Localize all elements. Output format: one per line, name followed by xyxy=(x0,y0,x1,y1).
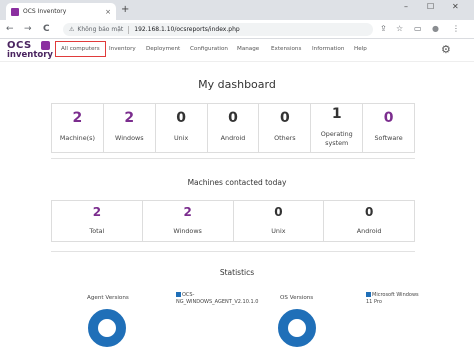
forward-icon[interactable]: → xyxy=(24,23,32,35)
legend-swatch xyxy=(176,292,181,297)
contacted-value: 0 xyxy=(274,205,283,219)
contacted-label: Unix xyxy=(271,227,286,235)
nav-manage[interactable]: Manage xyxy=(237,46,259,52)
window-close-icon[interactable]: ✕ xyxy=(452,2,459,11)
stat-label: Android xyxy=(220,134,246,142)
contacted-today-stats: 2 Total 2 Windows 0 Unix 0 Android xyxy=(51,200,415,242)
stat-value: 0 xyxy=(176,110,187,126)
security-status[interactable]: Không bảo mật xyxy=(77,26,123,33)
stat-value: 0 xyxy=(383,110,394,126)
stat-label: Operating system xyxy=(320,130,353,147)
tab-title: OCS Inventory xyxy=(23,8,67,15)
maximize-icon[interactable]: ☐ xyxy=(427,2,434,11)
contacted-windows[interactable]: 2 Windows xyxy=(143,201,234,241)
warning-icon[interactable]: ⚠ xyxy=(69,26,74,33)
app-navbar: OCS inventory All computers Inventory De… xyxy=(0,39,474,62)
bookmark-star-icon[interactable]: ☆ xyxy=(396,24,403,34)
stat-machines[interactable]: 2 Machine(s) xyxy=(52,104,104,152)
divider xyxy=(51,158,415,159)
share-icon[interactable]: ⇪ xyxy=(380,24,387,34)
stat-value: 0 xyxy=(228,110,238,126)
profile-avatar-icon[interactable]: ● xyxy=(432,24,439,34)
stat-android[interactable]: 0 Android xyxy=(208,104,260,152)
stat-operating-system[interactable]: 1 Operating system xyxy=(311,104,364,152)
legend-swatch xyxy=(366,292,371,297)
stat-label: Software xyxy=(374,134,403,142)
ocs-logo[interactable]: OCS inventory xyxy=(7,40,53,61)
stat-windows[interactable]: 2 Windows xyxy=(104,104,156,152)
stat-unix[interactable]: 0 Unix xyxy=(156,104,208,152)
stat-value: 2 xyxy=(72,110,83,126)
legend-label: Microsoft Windows 11 Pro xyxy=(366,292,419,305)
logo-badge-icon xyxy=(41,41,50,50)
nav-information[interactable]: Information xyxy=(312,46,344,52)
summary-stats: 2 Machine(s) 2 Windows 0 Unix 0 Android … xyxy=(51,103,415,153)
logo-inventory-text: inventory xyxy=(7,50,53,60)
contacted-android[interactable]: 0 Android xyxy=(324,201,414,241)
nav-extensions[interactable]: Extensions xyxy=(271,46,301,52)
legend-label: OCS-NG_WINDOWS_AGENT_V2.10.1.0 xyxy=(176,292,259,305)
address-bar: ← → C ⚠ Không bảo mật 192.168.1.10/ocsre… xyxy=(0,20,474,39)
donut-slice[interactable] xyxy=(278,309,316,347)
back-icon[interactable]: ← xyxy=(6,23,14,35)
url-text[interactable]: 192.168.1.10/ocsreports/index.php xyxy=(134,26,239,33)
omnibox-divider xyxy=(128,25,130,34)
stat-others[interactable]: 0 Others xyxy=(259,104,312,152)
os-versions-donut-chart[interactable] xyxy=(277,308,317,348)
stat-label: Others xyxy=(274,134,296,142)
stat-label: Machine(s) xyxy=(59,134,95,142)
stat-software[interactable]: 0 Software xyxy=(363,104,414,152)
contacted-today-title: Machines contacted today xyxy=(187,178,287,187)
side-panel-icon[interactable]: ▭ xyxy=(414,24,422,34)
stat-label: Unix xyxy=(174,134,189,142)
nav-inventory[interactable]: Inventory xyxy=(109,46,136,52)
url-input[interactable]: ⚠ Không bảo mật 192.168.1.10/ocsreports/… xyxy=(63,23,373,36)
divider xyxy=(51,251,415,252)
statistics-title: Statistics xyxy=(219,268,255,277)
stat-value: 1 xyxy=(331,106,342,122)
ocs-favicon-icon xyxy=(11,7,19,16)
os-versions-legend[interactable]: Microsoft Windows 11 Pro xyxy=(366,292,426,306)
settings-gear-icon[interactable]: ⚙ xyxy=(441,44,451,56)
contacted-value: 0 xyxy=(364,205,374,219)
stat-value: 0 xyxy=(279,110,290,126)
tab-close-icon[interactable]: × xyxy=(105,8,111,16)
nav-help[interactable]: Help xyxy=(354,46,367,52)
browser-menu-icon[interactable]: ⋮ xyxy=(452,24,460,34)
new-tab-icon[interactable]: + xyxy=(121,4,129,16)
stat-label: Windows xyxy=(115,134,144,142)
contacted-total[interactable]: 2 Total xyxy=(52,201,143,241)
dashboard-title: My dashboard xyxy=(198,78,276,91)
nav-configuration[interactable]: Configuration xyxy=(190,46,228,52)
contacted-unix[interactable]: 0 Unix xyxy=(234,201,325,241)
agent-versions-donut-chart[interactable] xyxy=(87,308,127,348)
contacted-value: 2 xyxy=(183,205,192,219)
browser-tab-bar: OCS Inventory × + – ☐ ✕ xyxy=(0,0,474,20)
contacted-label: Total xyxy=(89,227,105,235)
stat-value: 2 xyxy=(124,110,135,126)
donut-slice[interactable] xyxy=(88,309,126,347)
os-versions-title: OS Versions xyxy=(280,295,314,301)
nav-deployment[interactable]: Deployment xyxy=(146,46,180,52)
agent-versions-title: Agent Versions xyxy=(87,295,129,301)
browser-tab[interactable]: OCS Inventory × xyxy=(6,3,116,20)
contacted-value: 2 xyxy=(92,205,102,219)
contacted-label: Android xyxy=(356,227,382,235)
agent-versions-legend[interactable]: OCS-NG_WINDOWS_AGENT_V2.10.1.0 xyxy=(176,292,259,306)
nav-all-computers[interactable]: All computers xyxy=(55,41,106,57)
reload-icon[interactable]: C xyxy=(43,23,50,35)
minimize-icon[interactable]: – xyxy=(404,2,408,11)
contacted-label: Windows xyxy=(173,227,202,235)
